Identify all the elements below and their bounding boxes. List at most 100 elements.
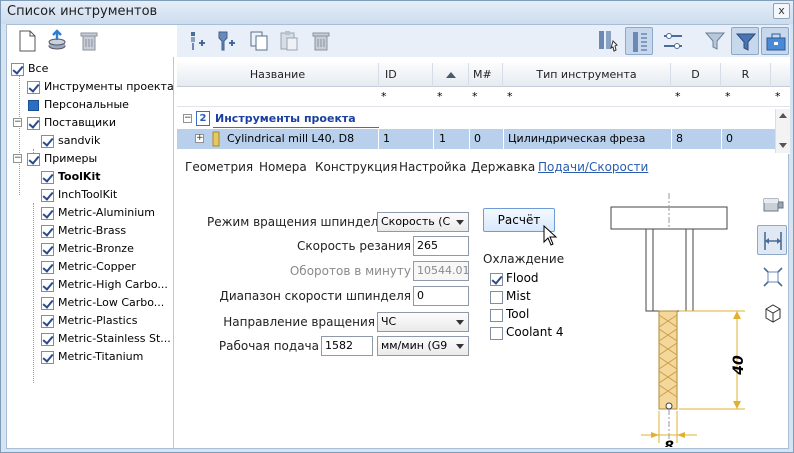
group-row[interactable]: − 2 Инструменты проекта — [177, 109, 790, 129]
new-document-icon[interactable] — [15, 29, 39, 53]
column-header-d[interactable]: D — [671, 63, 721, 87]
dimension-icon — [764, 232, 782, 250]
cell-type: Цилиндрическая фреза — [508, 132, 646, 145]
rpm-input[interactable]: 10544.01 — [413, 261, 469, 281]
feed-unit-select[interactable]: мм/мин (G9 — [377, 336, 469, 356]
collapse-icon[interactable]: − — [183, 114, 192, 123]
tab-geometry[interactable]: Геометрия — [185, 160, 253, 174]
scroll-down-icon[interactable] — [779, 143, 787, 148]
chevron-down-icon — [456, 344, 464, 349]
cylindrical-mill-icon — [212, 131, 220, 147]
expand-icon[interactable]: + — [195, 134, 204, 143]
cooling-label: Охлаждение — [483, 252, 565, 266]
checkbox-icon[interactable] — [490, 273, 503, 286]
import-database-icon[interactable] — [45, 29, 69, 53]
checkbox-icon[interactable] — [490, 327, 503, 340]
checkbox-icon[interactable] — [27, 117, 40, 130]
grid-scrollbar[interactable] — [775, 109, 790, 153]
tab-numbers[interactable]: Номера — [259, 160, 307, 174]
filter-active-button[interactable] — [731, 27, 759, 55]
rpm-label: Оборотов в минуту — [289, 264, 411, 278]
speed-range-input[interactable]: 0 — [413, 286, 469, 306]
filter-icon[interactable] — [703, 29, 727, 53]
filter-cell[interactable]: * — [472, 90, 478, 103]
delete-trash-icon[interactable] — [77, 29, 101, 53]
tool-assembly-icon[interactable] — [595, 29, 619, 53]
checkbox-icon[interactable] — [41, 243, 54, 256]
view-toggle-button[interactable] — [625, 27, 653, 55]
toolbox-icon — [766, 33, 786, 51]
tab-construction[interactable]: Конструкция — [315, 160, 397, 174]
table-row[interactable]: + Cylindrical mill L40, D8 1 1 0 Цилиндр… — [177, 129, 777, 149]
add-tool-icon[interactable] — [185, 29, 209, 53]
direction-label: Направление вращения — [223, 315, 375, 329]
column-header-name[interactable]: Название — [177, 63, 379, 87]
collapse-icon[interactable]: − — [13, 118, 22, 127]
filter-cell[interactable]: * — [437, 90, 443, 103]
column-header-type[interactable]: Тип инструмента — [503, 63, 671, 87]
scroll-up-icon[interactable] — [779, 113, 787, 118]
tab-setup[interactable]: Настройка — [399, 160, 466, 174]
cut-speed-label: Скорость резания — [297, 239, 411, 253]
checkbox-icon[interactable] — [41, 315, 54, 328]
checkbox-icon[interactable] — [41, 135, 54, 148]
title-bar: Список инструментов x — [1, 1, 793, 24]
filter-cell[interactable]: * — [381, 90, 387, 103]
feeds-speeds-form: Режим вращения шпинделя Скорость (С Скор… — [177, 178, 597, 448]
column-header-id[interactable]: ID — [379, 63, 433, 87]
3d-view-button[interactable] — [757, 297, 787, 327]
filter-cell[interactable]: * — [675, 90, 681, 103]
cell-r: 0 — [726, 132, 733, 145]
direction-select[interactable]: ЧС — [377, 312, 469, 332]
mouse-cursor-icon — [543, 225, 558, 246]
cell-name: Cylindrical mill L40, D8 — [227, 132, 355, 145]
checkbox-icon[interactable] — [41, 279, 54, 292]
column-header-r[interactable]: R — [721, 63, 771, 87]
delete-trash-icon[interactable] — [309, 29, 333, 53]
cell-sort: 1 — [439, 132, 446, 145]
checkbox-icon[interactable] — [41, 261, 54, 274]
diameter-dimension-label: 8 — [664, 439, 674, 447]
toolbox-button[interactable] — [761, 27, 789, 55]
parameters-icon[interactable] — [661, 29, 685, 53]
paste-icon[interactable] — [277, 29, 301, 53]
checkbox-icon[interactable] — [41, 171, 54, 184]
filter-cell[interactable]: * — [507, 90, 513, 103]
column-header-sort[interactable] — [433, 63, 469, 87]
cell-id: 1 — [383, 132, 390, 145]
filter-cell[interactable]: * — [775, 90, 781, 103]
checkbox-icon[interactable] — [490, 309, 503, 322]
checkbox-icon[interactable] — [41, 297, 54, 310]
cube-3d-icon — [765, 304, 781, 323]
add-holder-icon[interactable] — [215, 29, 239, 53]
checkbox-icon[interactable] — [41, 189, 54, 202]
checkbox-icon[interactable] — [11, 63, 24, 76]
tab-holder[interactable]: Державка — [471, 160, 535, 174]
filter-funnel-icon — [735, 33, 757, 51]
fit-view-button[interactable] — [757, 261, 787, 291]
spindle-mode-select[interactable]: Скорость (С — [377, 212, 469, 232]
filter-cell[interactable]: * — [725, 90, 731, 103]
feed-label: Рабочая подача — [218, 339, 319, 353]
copy-icon[interactable] — [247, 29, 271, 53]
library-tree: Все Инструменты проекта Персональные − П… — [7, 57, 174, 448]
checkbox-icon[interactable] — [27, 81, 40, 94]
collapse-icon[interactable]: − — [13, 154, 22, 163]
property-tabs: Геометрия Номера Конструкция Настройка Д… — [177, 154, 790, 178]
close-button[interactable]: x — [773, 3, 790, 19]
checkbox-icon[interactable] — [27, 153, 40, 166]
checkbox-icon[interactable] — [41, 351, 54, 364]
feed-input[interactable]: 1582 — [321, 336, 373, 356]
dimension-view-button[interactable] — [757, 225, 787, 255]
cut-speed-input[interactable]: 265 — [413, 236, 469, 256]
column-header-m[interactable]: M# — [469, 63, 503, 87]
view-buttons — [754, 185, 790, 365]
group-number-badge: 2 — [196, 111, 210, 126]
checkbox-icon[interactable] — [41, 333, 54, 346]
solid-view-button[interactable] — [757, 189, 787, 219]
checkbox-icon[interactable] — [41, 225, 54, 238]
checkbox-icon[interactable] — [41, 207, 54, 220]
checkbox-icon[interactable] — [490, 291, 503, 304]
tree-toolbar — [7, 25, 174, 57]
tab-feeds-speeds[interactable]: Подачи/Скорости — [538, 160, 648, 174]
